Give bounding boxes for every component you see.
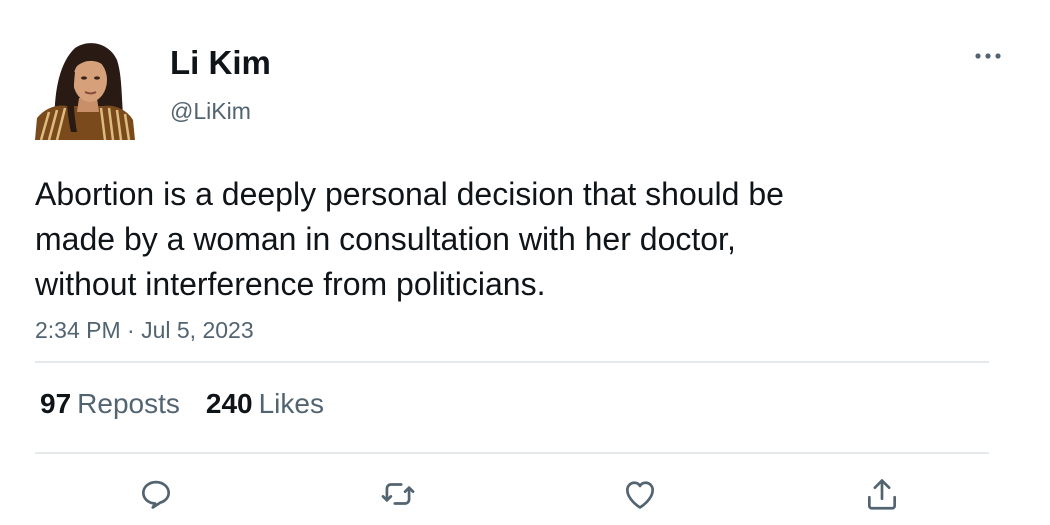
likes-stat[interactable]: 240 Likes [206,388,324,419]
repost-icon [381,483,415,505]
like-icon [625,481,655,509]
avatar[interactable] [35,40,135,140]
author-name[interactable]: Li Kim [170,43,271,83]
likes-count: 240 [205,388,253,419]
reposts-count: 97 [40,388,72,419]
author-handle[interactable]: @LiKim [170,97,251,125]
share-button[interactable] [862,474,902,514]
reply-icon [141,480,171,509]
like-button[interactable] [620,474,660,514]
tweet-text-line: Abortion is a deeply personal decision t… [35,176,784,212]
reposts-stat[interactable]: 97 Reposts [40,388,180,419]
tweet-text: Abortion is a deeply personal decision t… [35,172,935,307]
share-icon [867,479,897,510]
more-options-button[interactable] [972,42,1004,70]
reposts-label: Reposts [77,388,180,419]
reply-button[interactable] [136,474,176,514]
divider [35,452,989,454]
divider [35,361,989,363]
likes-label: Likes [258,388,324,419]
engagement-stats: 97 Reposts 240 Likes [40,387,350,421]
tweet-timestamp[interactable]: 2:34 PM · Jul 5, 2023 [35,316,254,344]
tweet-text-line: made by a woman in consultation with her… [35,221,736,257]
more-horizontal-icon [975,53,1001,59]
profile-photo-icon [35,40,135,140]
tweet-text-line: without interference from politicians. [35,266,546,302]
repost-button[interactable] [378,474,418,514]
